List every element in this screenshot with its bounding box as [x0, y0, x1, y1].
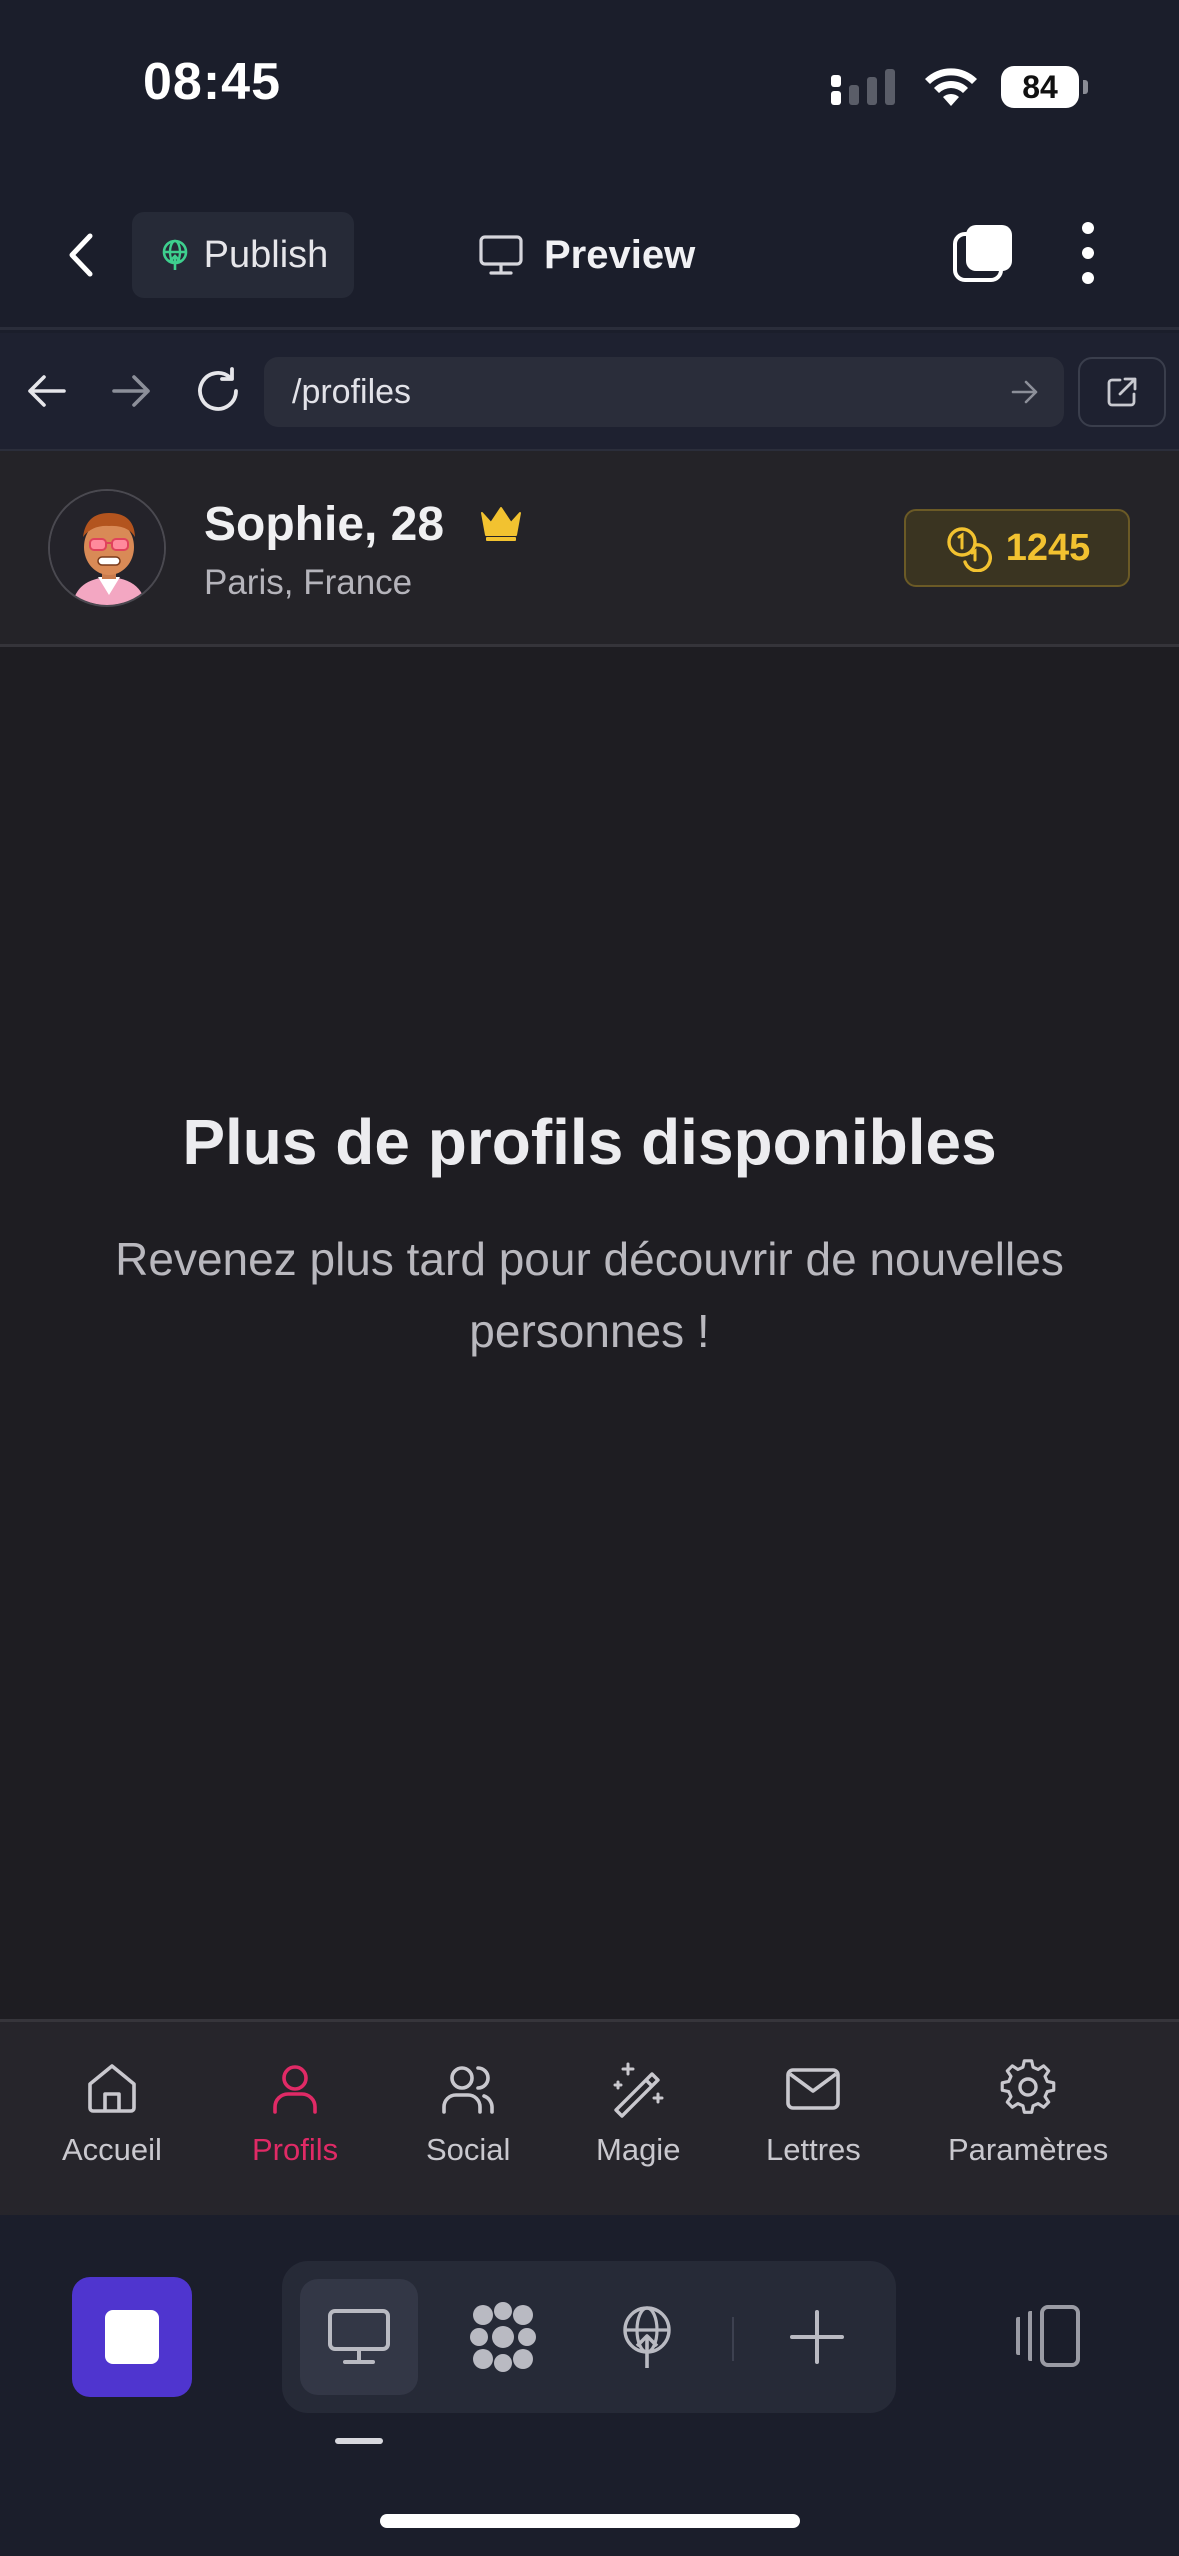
publish-globe-icon — [162, 239, 187, 270]
nav-label: Paramètres — [948, 2132, 1109, 2167]
preview-mode-button[interactable] — [300, 2279, 418, 2395]
user-icon — [273, 2065, 317, 2114]
battery-indicator: 84 — [1001, 66, 1088, 108]
publish-globe-icon — [623, 2306, 671, 2368]
more-options-icon[interactable] — [1070, 220, 1106, 286]
open-external-button[interactable] — [1078, 357, 1166, 427]
nav-item-profils[interactable]: Profils — [252, 2058, 338, 2188]
wifi-icon — [925, 68, 977, 106]
active-tool-indicator — [335, 2438, 383, 2444]
profile-location: Paris, France — [204, 563, 413, 602]
home-indicator[interactable] — [380, 2514, 800, 2528]
bottom-navigation: Accueil Profils Social Magie Lettres Par… — [0, 2019, 1179, 2215]
users-icon — [442, 2066, 495, 2114]
nav-item-parametres[interactable]: Paramètres — [948, 2058, 1108, 2188]
external-link-icon — [1107, 377, 1137, 407]
add-button[interactable] — [758, 2279, 876, 2395]
nav-label: Profils — [252, 2132, 339, 2167]
stop-icon — [105, 2310, 159, 2364]
tabs-icon[interactable] — [952, 222, 1014, 284]
gear-icon — [1000, 2059, 1056, 2114]
editor-bottom-toolbar — [0, 2215, 1179, 2556]
toolbar-divider — [732, 2317, 734, 2361]
plus-icon — [790, 2310, 844, 2364]
publish-button[interactable]: Publish — [132, 212, 354, 298]
crown-icon — [481, 507, 521, 541]
tool-group — [282, 2261, 896, 2413]
status-time: 08:45 — [143, 53, 281, 111]
publish-label: Publish — [203, 233, 329, 276]
coin-count: 1245 — [1005, 526, 1091, 569]
url-go-arrow-icon[interactable] — [1010, 377, 1040, 407]
nav-label: Accueil — [62, 2132, 162, 2167]
app-preview: Sophie, 28 Paris, France 1245 Plus de pr… — [0, 451, 1179, 2211]
nav-label: Lettres — [766, 2132, 861, 2167]
code-mode-button[interactable] — [444, 2279, 562, 2395]
nav-label: Social — [426, 2132, 511, 2167]
magic-wand-icon — [613, 2062, 664, 2118]
publish-mode-button[interactable] — [588, 2279, 706, 2395]
avatar[interactable] — [48, 489, 166, 607]
nav-item-lettres[interactable]: Lettres — [766, 2058, 861, 2188]
home-icon — [88, 2064, 136, 2113]
profile-header: Sophie, 28 Paris, France 1245 — [0, 451, 1179, 647]
url-input[interactable]: /profiles — [264, 357, 1064, 427]
nav-item-social[interactable]: Social — [426, 2058, 510, 2188]
nav-item-accueil[interactable]: Accueil — [62, 2058, 162, 2188]
nav-label: Magie — [596, 2132, 681, 2167]
monitor-icon — [479, 235, 523, 275]
coins-icon — [947, 527, 992, 572]
url-text: /profiles — [292, 372, 412, 411]
browser-back-icon[interactable] — [24, 369, 68, 413]
status-bar: 08:45 84 — [0, 0, 1179, 170]
status-icons: 84 — [829, 60, 1088, 114]
cellular-signal-icon — [831, 69, 895, 105]
monitor-icon — [328, 2309, 390, 2364]
grid-nodes-icon — [470, 2302, 536, 2372]
mail-icon — [786, 2068, 841, 2110]
browser-forward-icon[interactable] — [110, 369, 154, 413]
stop-button[interactable] — [72, 2277, 192, 2397]
profile-name-age: Sophie, 28 — [204, 498, 445, 551]
preview-label: Preview — [544, 232, 696, 277]
empty-state-title: Plus de profils disponibles — [182, 1106, 997, 1178]
editor-topbar: Publish Preview — [0, 170, 1179, 330]
preview-button[interactable]: Preview — [478, 220, 695, 290]
reload-icon[interactable] — [192, 365, 244, 417]
browser-url-bar: /profiles — [0, 333, 1179, 451]
side-panel-icon[interactable] — [1010, 2303, 1082, 2369]
coin-balance-badge[interactable]: 1245 — [904, 509, 1130, 587]
nav-item-magie[interactable]: Magie — [596, 2058, 680, 2188]
avatar-illustration — [50, 491, 164, 605]
empty-state-subtitle: Revenez plus tard pour découvrir de nouv… — [115, 1233, 1064, 1357]
back-chevron-icon[interactable] — [58, 230, 108, 280]
